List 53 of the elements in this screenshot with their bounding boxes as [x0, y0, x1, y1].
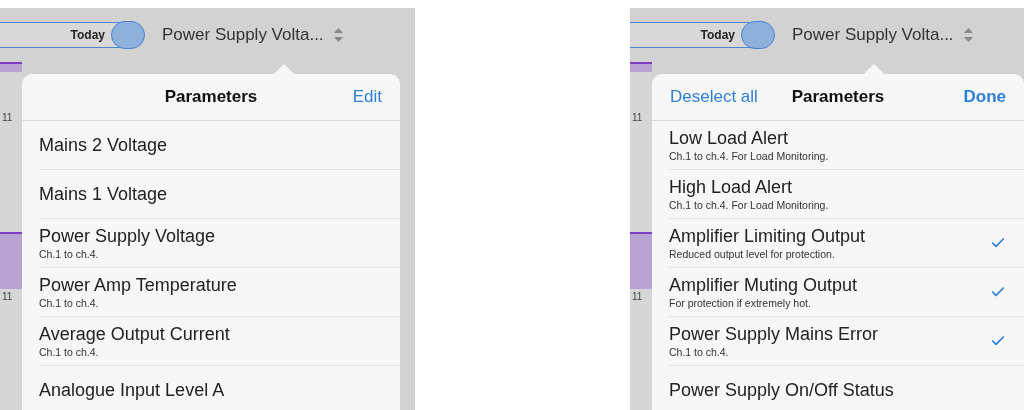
deselect-all-link[interactable]: Deselect all: [670, 87, 758, 107]
parameter-row[interactable]: Average Output Current Ch.1 to ch.4.: [39, 317, 400, 366]
parameter-row[interactable]: Mains 1 Voltage: [39, 170, 400, 219]
popover-title: Parameters: [164, 87, 258, 107]
parameter-description: For protection if extremely hot.: [669, 297, 812, 309]
parameter-description: Ch.1 to ch.4.: [39, 346, 100, 358]
parameter-row[interactable]: Power Supply Mains Error Ch.1 to ch.4.: [669, 317, 1024, 366]
parameter-row[interactable]: Mains 2 Voltage: [39, 121, 400, 170]
date-range-control[interactable]: Today: [630, 22, 774, 48]
parameter-title: Mains 1 Voltage: [39, 183, 168, 205]
range-handle[interactable]: [741, 21, 775, 49]
axis-label: 11: [1, 290, 14, 304]
parameter-selector[interactable]: Power Supply Volta...: [162, 25, 343, 45]
edit-link[interactable]: Edit: [352, 87, 382, 107]
axis-label: 11: [631, 111, 644, 125]
parameter-title: Amplifier Muting Output: [669, 275, 858, 296]
parameter-row[interactable]: Power Amp Temperature Ch.1 to ch.4.: [39, 268, 400, 317]
chart-strip-drawing: [630, 232, 652, 289]
parameter-title: Analogue Input Level A: [39, 379, 225, 401]
parameter-description: Ch.1 to ch.4. For Load Monitoring.: [669, 199, 829, 211]
parameter-row[interactable]: Power Supply Voltage Ch.1 to ch.4.: [39, 219, 400, 268]
parameter-description: Reduced output level for protection.: [669, 248, 836, 260]
parameter-selector[interactable]: Power Supply Volta...: [792, 25, 973, 45]
axis-label: 11: [1, 111, 14, 125]
parameter-description: Ch.1 to ch.4.: [39, 297, 100, 309]
parameter-title: Low Load Alert: [669, 128, 790, 149]
parameter-title: Power Amp Temperature: [39, 275, 237, 296]
chart-strip-drawing: [630, 62, 652, 72]
parameter-description: Ch.1 to ch.4.: [39, 248, 100, 260]
axis-label: 11: [631, 290, 644, 304]
parameter-title: Power Supply Voltage: [39, 226, 216, 247]
sort-arrows-icon: [963, 28, 973, 42]
done-link[interactable]: Done: [963, 87, 1006, 107]
parameter-title: Average Output Current: [39, 324, 230, 345]
sort-arrows-icon: [333, 28, 343, 42]
parameter-title: High Load Alert: [669, 177, 794, 198]
parameter-description: Ch.1 to ch.4.: [669, 346, 730, 358]
parameter-row[interactable]: High Load Alert Ch.1 to ch.4. For Load Monitoring.: [669, 170, 1024, 219]
parameter-title: Power Supply Mains Error: [669, 324, 879, 345]
parameter-row[interactable]: Analogue Input Level A: [39, 366, 400, 410]
parameter-row[interactable]: Low Load Alert Ch.1 to ch.4. For Load Monitoring.: [669, 121, 1024, 170]
popover-title: Parameters: [791, 87, 885, 107]
chart-strip-drawing: [0, 232, 22, 289]
parameter-title: Amplifier Limiting Output: [669, 226, 866, 247]
range-handle[interactable]: [111, 21, 145, 49]
parameter-description: Ch.1 to ch.4. For Load Monitoring.: [669, 150, 829, 162]
parameter-row[interactable]: Amplifier Muting Output For protection if extremely hot.: [669, 268, 1024, 317]
parameter-title: Power Supply On/Off Status: [669, 379, 894, 401]
date-range-control[interactable]: Today: [0, 22, 144, 48]
parameter-title: Mains 2 Voltage: [39, 134, 168, 156]
parameter-row[interactable]: Amplifier Limiting Output Reduced output level for protection.: [669, 219, 1024, 268]
parameter-row[interactable]: Power Supply On/Off Status: [669, 366, 1024, 410]
chart-strip-drawing: [0, 62, 22, 72]
